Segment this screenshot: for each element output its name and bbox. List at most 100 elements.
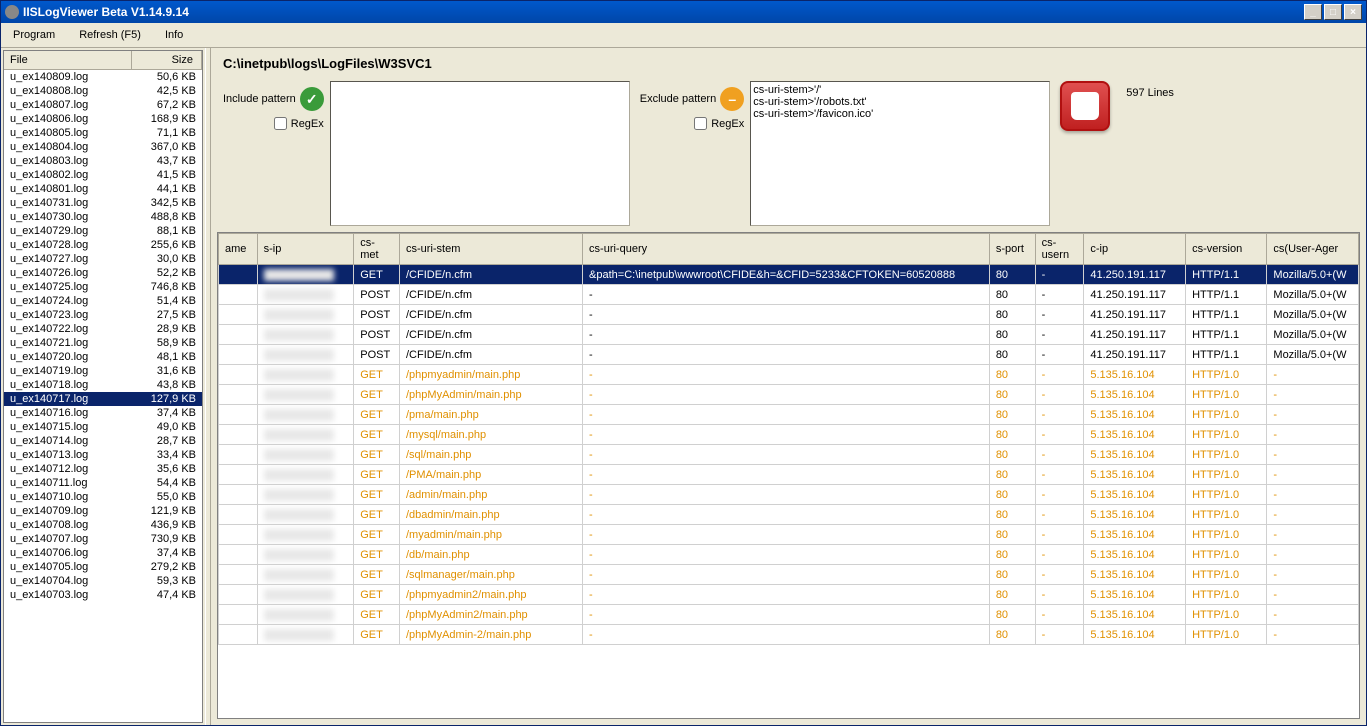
log-row[interactable]: xxxGET/phpMyAdmin2/main.php-80-5.135.16.…	[219, 605, 1359, 625]
log-row[interactable]: xxxPOST/CFIDE/n.cfm-80-41.250.191.117HTT…	[219, 345, 1359, 365]
file-size: 127,9 KB	[130, 392, 200, 406]
file-name: u_ex140726.log	[6, 266, 130, 280]
log-row[interactable]: xxxGET/PMA/main.php-80-5.135.16.104HTTP/…	[219, 465, 1359, 485]
log-row[interactable]: xxxGET/sqlmanager/main.php-80-5.135.16.1…	[219, 565, 1359, 585]
close-button[interactable]: ×	[1344, 4, 1362, 20]
file-row[interactable]: u_ex140809.log50,6 KB	[4, 70, 202, 84]
menu-info[interactable]: Info	[161, 27, 187, 43]
column-header[interactable]: cs-version	[1186, 234, 1267, 265]
file-row[interactable]: u_ex140725.log746,8 KB	[4, 280, 202, 294]
file-row[interactable]: u_ex140704.log59,3 KB	[4, 574, 202, 588]
file-row[interactable]: u_ex140707.log730,9 KB	[4, 532, 202, 546]
file-row[interactable]: u_ex140803.log43,7 KB	[4, 154, 202, 168]
window-title: IISLogViewer Beta V1.14.9.14	[23, 5, 1304, 19]
splitter[interactable]	[205, 48, 211, 725]
file-row[interactable]: u_ex140715.log49,0 KB	[4, 420, 202, 434]
log-grid[interactable]: ames-ipcs-metcs-uri-stemcs-uri-querys-po…	[217, 232, 1360, 719]
include-regex-label: RegEx	[291, 118, 324, 130]
file-row[interactable]: u_ex140804.log367,0 KB	[4, 140, 202, 154]
file-row[interactable]: u_ex140724.log51,4 KB	[4, 294, 202, 308]
file-row[interactable]: u_ex140717.log127,9 KB	[4, 392, 202, 406]
file-row[interactable]: u_ex140714.log28,7 KB	[4, 434, 202, 448]
file-size: 43,7 KB	[130, 154, 200, 168]
file-row[interactable]: u_ex140808.log42,5 KB	[4, 84, 202, 98]
log-row[interactable]: xxxGET/pma/main.php-80-5.135.16.104HTTP/…	[219, 405, 1359, 425]
file-row[interactable]: u_ex140712.log35,6 KB	[4, 462, 202, 476]
file-name: u_ex140807.log	[6, 98, 130, 112]
log-row[interactable]: xxxGET/phpmyadmin/main.php-80-5.135.16.1…	[219, 365, 1359, 385]
include-pattern-input[interactable]	[330, 81, 630, 226]
log-row[interactable]: xxxGET/dbadmin/main.php-80-5.135.16.104H…	[219, 505, 1359, 525]
file-row[interactable]: u_ex140731.log342,5 KB	[4, 196, 202, 210]
file-name: u_ex140803.log	[6, 154, 130, 168]
file-row[interactable]: u_ex140703.log47,4 KB	[4, 588, 202, 602]
file-row[interactable]: u_ex140705.log279,2 KB	[4, 560, 202, 574]
file-row[interactable]: u_ex140801.log44,1 KB	[4, 182, 202, 196]
file-name: u_ex140716.log	[6, 406, 130, 420]
file-row[interactable]: u_ex140711.log54,4 KB	[4, 476, 202, 490]
file-header-size[interactable]: Size	[132, 51, 202, 69]
log-row[interactable]: xxxGET/phpMyAdmin-2/main.php-80-5.135.16…	[219, 625, 1359, 645]
file-size: 121,9 KB	[130, 504, 200, 518]
file-row[interactable]: u_ex140805.log71,1 KB	[4, 126, 202, 140]
log-row[interactable]: xxxGET/db/main.php-80-5.135.16.104HTTP/1…	[219, 545, 1359, 565]
file-row[interactable]: u_ex140713.log33,4 KB	[4, 448, 202, 462]
log-row[interactable]: xxxGET/myadmin/main.php-80-5.135.16.104H…	[219, 525, 1359, 545]
column-header[interactable]: cs-uri-query	[583, 234, 990, 265]
file-row[interactable]: u_ex140729.log88,1 KB	[4, 224, 202, 238]
file-row[interactable]: u_ex140708.log436,9 KB	[4, 518, 202, 532]
log-row[interactable]: xxxGET/mysql/main.php-80-5.135.16.104HTT…	[219, 425, 1359, 445]
file-row[interactable]: u_ex140806.log168,9 KB	[4, 112, 202, 126]
file-name: u_ex140705.log	[6, 560, 130, 574]
stop-hand-icon	[1071, 92, 1099, 120]
file-row[interactable]: u_ex140730.log488,8 KB	[4, 210, 202, 224]
lines-count: 597 Lines	[1120, 81, 1180, 105]
log-row[interactable]: xxxPOST/CFIDE/n.cfm-80-41.250.191.117HTT…	[219, 325, 1359, 345]
file-row[interactable]: u_ex140719.log31,6 KB	[4, 364, 202, 378]
file-row[interactable]: u_ex140718.log43,8 KB	[4, 378, 202, 392]
include-regex-checkbox[interactable]	[274, 117, 287, 130]
file-name: u_ex140801.log	[6, 182, 130, 196]
maximize-button[interactable]: □	[1324, 4, 1342, 20]
column-header[interactable]: cs-met	[354, 234, 400, 265]
file-size: 52,2 KB	[130, 266, 200, 280]
file-row[interactable]: u_ex140723.log27,5 KB	[4, 308, 202, 322]
log-row[interactable]: xxxPOST/CFIDE/n.cfm-80-41.250.191.117HTT…	[219, 285, 1359, 305]
log-row[interactable]: xxxGET/admin/main.php-80-5.135.16.104HTT…	[219, 485, 1359, 505]
file-name: u_ex140805.log	[6, 126, 130, 140]
exclude-pattern-input[interactable]	[750, 81, 1050, 226]
file-row[interactable]: u_ex140728.log255,6 KB	[4, 238, 202, 252]
file-row[interactable]: u_ex140721.log58,9 KB	[4, 336, 202, 350]
column-header[interactable]: s-ip	[257, 234, 354, 265]
log-row[interactable]: xxxGET/sql/main.php-80-5.135.16.104HTTP/…	[219, 445, 1359, 465]
menu-refresh[interactable]: Refresh (F5)	[75, 27, 145, 43]
file-row[interactable]: u_ex140722.log28,9 KB	[4, 322, 202, 336]
column-header[interactable]: cs-uri-stem	[400, 234, 583, 265]
log-row[interactable]: xxxPOST/CFIDE/n.cfm-80-41.250.191.117HTT…	[219, 305, 1359, 325]
file-row[interactable]: u_ex140727.log30,0 KB	[4, 252, 202, 266]
stop-button[interactable]	[1060, 81, 1110, 131]
log-row[interactable]: xxxGET/CFIDE/n.cfm&path=C:\inetpub\wwwro…	[219, 265, 1359, 285]
file-name: u_ex140730.log	[6, 210, 130, 224]
column-header[interactable]: ame	[219, 234, 258, 265]
exclude-regex-checkbox[interactable]	[694, 117, 707, 130]
file-row[interactable]: u_ex140706.log37,4 KB	[4, 546, 202, 560]
column-header[interactable]: cs-usern	[1035, 234, 1084, 265]
file-row[interactable]: u_ex140807.log67,2 KB	[4, 98, 202, 112]
file-row[interactable]: u_ex140720.log48,1 KB	[4, 350, 202, 364]
file-list[interactable]: u_ex140809.log50,6 KBu_ex140808.log42,5 …	[4, 70, 202, 722]
column-header[interactable]: c-ip	[1084, 234, 1186, 265]
log-row[interactable]: xxxGET/phpmyadmin2/main.php-80-5.135.16.…	[219, 585, 1359, 605]
file-row[interactable]: u_ex140709.log121,9 KB	[4, 504, 202, 518]
column-header[interactable]: cs(User-Ager	[1267, 234, 1359, 265]
file-header-file[interactable]: File	[4, 51, 132, 69]
column-header[interactable]: s-port	[989, 234, 1035, 265]
file-row[interactable]: u_ex140716.log37,4 KB	[4, 406, 202, 420]
minimize-button[interactable]: _	[1304, 4, 1322, 20]
file-row[interactable]: u_ex140726.log52,2 KB	[4, 266, 202, 280]
log-row[interactable]: xxxGET/phpMyAdmin/main.php-80-5.135.16.1…	[219, 385, 1359, 405]
file-name: u_ex140721.log	[6, 336, 130, 350]
file-row[interactable]: u_ex140802.log41,5 KB	[4, 168, 202, 182]
file-row[interactable]: u_ex140710.log55,0 KB	[4, 490, 202, 504]
menu-program[interactable]: Program	[9, 27, 59, 43]
